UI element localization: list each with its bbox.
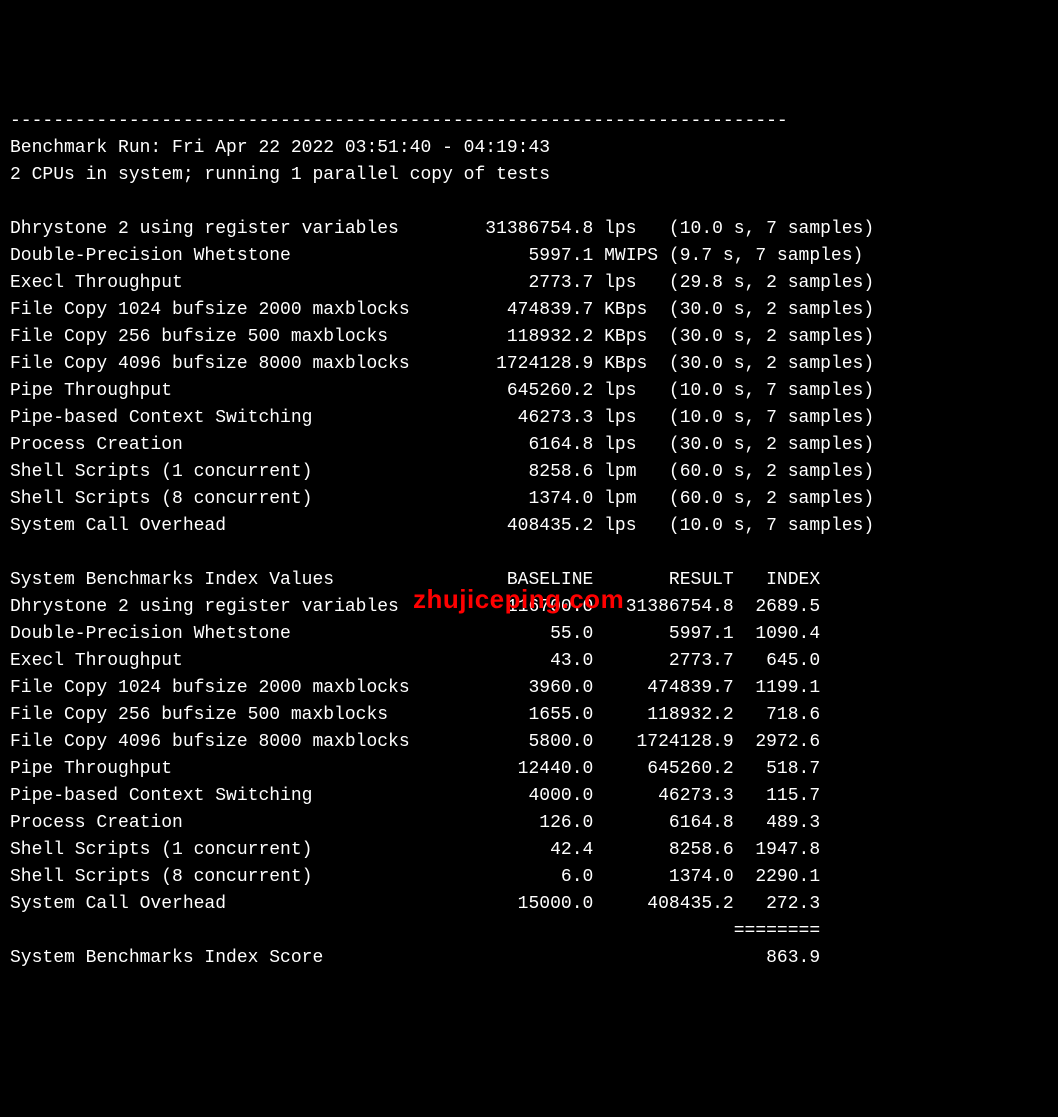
benchmark-results-block: Dhrystone 2 using register variables 313…: [10, 219, 874, 536]
benchmark-run-line: Benchmark Run: Fri Apr 22 2022 03:51:40 …: [10, 138, 550, 158]
index-header-line: System Benchmarks Index Values BASELINE …: [10, 570, 820, 590]
terminal-output: ----------------------------------------…: [0, 108, 1058, 982]
cpu-info-line: 2 CPUs in system; running 1 parallel cop…: [10, 165, 550, 185]
dash-line: ----------------------------------------…: [10, 111, 788, 131]
score-separator: ========: [10, 921, 820, 941]
benchmark-index-block: Dhrystone 2 using register variables 116…: [10, 597, 820, 914]
score-line: System Benchmarks Index Score 863.9: [10, 948, 820, 968]
